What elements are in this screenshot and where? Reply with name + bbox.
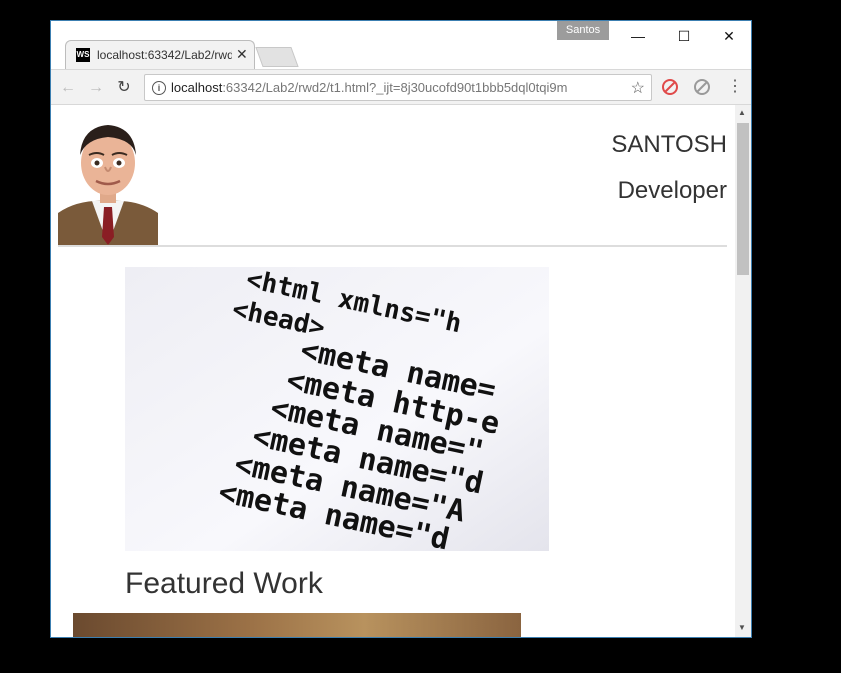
info-icon[interactable]: i bbox=[152, 81, 166, 95]
browser-tab[interactable]: WS localhost:63342/Lab2/rwd2/t1.html ✕ bbox=[65, 40, 255, 70]
tab-title: localhost:63342/Lab2/rwd2/t1.html bbox=[97, 48, 232, 62]
url-path: :63342/Lab2/rwd2/t1.html?_ijt=8j30ucofd9… bbox=[222, 80, 568, 95]
back-button[interactable]: ← bbox=[57, 77, 79, 99]
webstorm-favicon-icon: WS bbox=[76, 48, 90, 62]
browser-toolbar: ← → ↻ i localhost:63342/Lab2/rwd2/t1.htm… bbox=[51, 69, 751, 105]
site-role: Developer bbox=[617, 177, 727, 204]
site-name: SANTOSH bbox=[611, 131, 727, 158]
featured-work-image bbox=[73, 613, 521, 637]
minimize-button[interactable]: — bbox=[623, 27, 653, 45]
bookmark-star-icon[interactable]: ☆ bbox=[631, 78, 645, 98]
forward-button[interactable]: → bbox=[85, 77, 107, 99]
kebab-menu-icon[interactable]: ⋮ bbox=[727, 76, 743, 96]
scrollbar-thumb[interactable] bbox=[737, 123, 749, 275]
address-bar[interactable]: i localhost:63342/Lab2/rwd2/t1.html?_ijt… bbox=[144, 74, 652, 101]
tab-close-icon[interactable]: ✕ bbox=[236, 46, 248, 63]
hero-image: <html xmlns="h <head> <meta name= <meta htt… bbox=[125, 267, 549, 551]
scroll-up-arrow-icon[interactable]: ▲ bbox=[738, 108, 746, 117]
header-divider bbox=[58, 245, 727, 247]
reload-button[interactable]: ↻ bbox=[113, 77, 135, 99]
featured-work-heading: Featured Work bbox=[125, 567, 323, 600]
browser-window: WS localhost:63342/Lab2/rwd2/t1.html ✕ S… bbox=[50, 20, 752, 638]
extension-gray-icon[interactable] bbox=[694, 79, 710, 95]
avatar bbox=[58, 121, 158, 245]
title-bar: WS localhost:63342/Lab2/rwd2/t1.html ✕ S… bbox=[51, 21, 751, 70]
close-window-button[interactable]: ✕ bbox=[714, 27, 744, 45]
page-viewport: SANTOSH Developer <html xmlns="h <head> <m… bbox=[51, 105, 735, 637]
profile-badge[interactable]: Santos bbox=[557, 21, 609, 40]
maximize-button[interactable]: ☐ bbox=[669, 27, 699, 45]
scroll-down-arrow-icon[interactable]: ▼ bbox=[738, 623, 746, 632]
new-tab-button[interactable] bbox=[255, 47, 299, 67]
url-host: localhost bbox=[171, 80, 223, 95]
url-text[interactable]: localhost:63342/Lab2/rwd2/t1.html?_ijt=8… bbox=[171, 80, 567, 95]
vertical-scrollbar[interactable]: ▲ ▼ bbox=[735, 105, 751, 637]
extension-red-icon[interactable] bbox=[662, 79, 678, 95]
